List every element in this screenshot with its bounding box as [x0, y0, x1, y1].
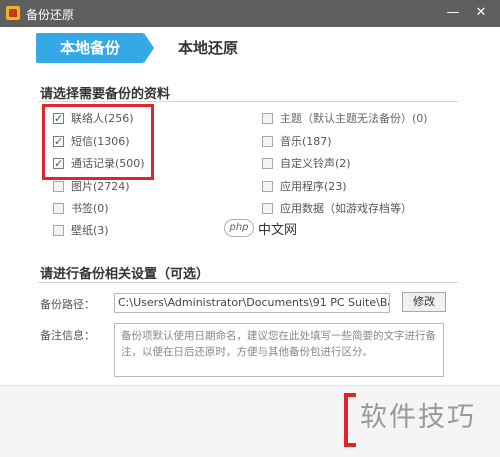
- title-bar: 备份还原 — ✕: [0, 0, 500, 27]
- select-section-title: 请选择需要备份的资料: [40, 87, 171, 102]
- option-label: 应用数据（如游戏存档等）: [280, 202, 412, 215]
- checkbox[interactable]: [262, 181, 273, 192]
- close-button[interactable]: ✕: [470, 4, 492, 22]
- php-logo-icon: php: [224, 219, 254, 237]
- checkbox[interactable]: [53, 225, 64, 236]
- highlight-annotation: [42, 104, 154, 180]
- checkbox[interactable]: [262, 113, 273, 124]
- option-label: 应用程序(23): [280, 180, 347, 193]
- checkbox[interactable]: [53, 181, 64, 192]
- app-icon: [6, 6, 20, 20]
- window-title: 备份还原: [26, 8, 75, 22]
- watermark-text: 中文网: [258, 223, 298, 238]
- minimize-button[interactable]: —: [442, 4, 464, 22]
- backup-path-input[interactable]: C:\Users\Administrator\Documents\91 PC S…: [114, 293, 390, 313]
- option-label: 自定义铃声(2): [280, 157, 351, 170]
- tab-local-restore[interactable]: 本地还原: [168, 33, 248, 63]
- checkbox[interactable]: [53, 203, 64, 214]
- option-label: 音乐(187): [280, 135, 332, 148]
- option-label: 书签(0): [71, 202, 109, 215]
- backup-restore-window: 备份还原 — ✕ 本地备份 本地还原 请选择需要备份的资料 联络人(256) 短…: [0, 0, 500, 457]
- settings-section-title: 请进行备份相关设置（可选）: [40, 267, 210, 282]
- option-label: 图片(2724): [71, 180, 130, 193]
- red-bracket-decoration: [344, 393, 356, 447]
- note-textarea[interactable]: 备份项默认使用日期命名，建议您在此处填写一些简要的文字进行备注，以便在日后还原时…: [114, 323, 444, 377]
- section-divider: [38, 101, 458, 102]
- corner-caption: 软件技巧: [360, 402, 476, 433]
- section-divider: [38, 282, 458, 283]
- modify-path-button[interactable]: 修改: [402, 292, 446, 312]
- backup-path-label: 备份路径：: [40, 298, 95, 311]
- note-label: 备注信息：: [40, 329, 95, 342]
- tab-bar: 本地备份 本地还原: [0, 27, 500, 69]
- checkbox[interactable]: [262, 136, 273, 147]
- option-label: 主题（默认主题无法备份）(0): [280, 112, 428, 125]
- option-label: 壁纸(3): [71, 224, 109, 237]
- tab-local-backup[interactable]: 本地备份: [36, 33, 154, 63]
- checkbox[interactable]: [262, 203, 273, 214]
- checkbox[interactable]: [262, 158, 273, 169]
